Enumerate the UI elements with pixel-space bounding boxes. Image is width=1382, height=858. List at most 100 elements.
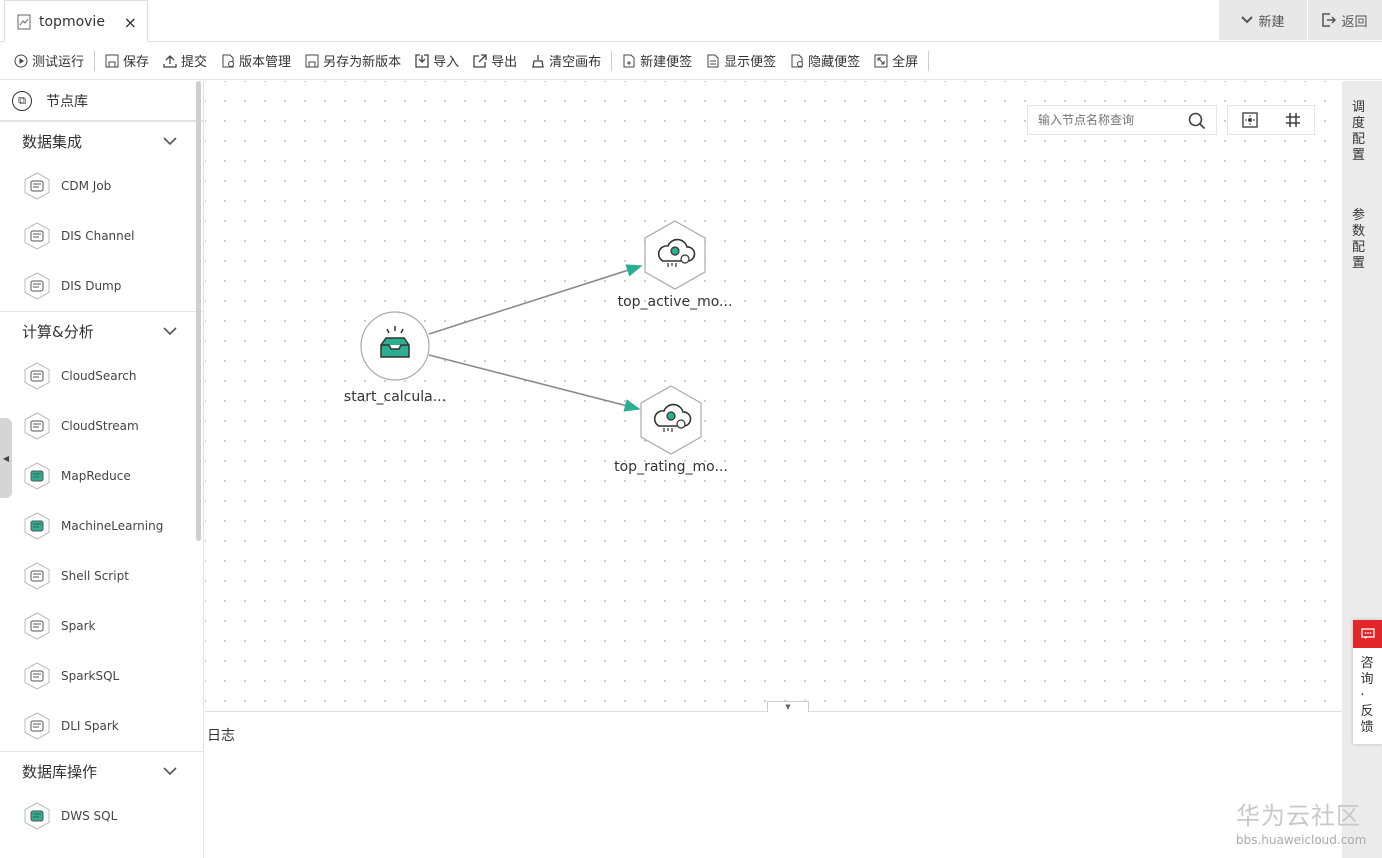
clear-canvas-label: 清空画布 xyxy=(549,55,602,70)
back-label: 返回 xyxy=(1341,14,1368,30)
caret-left-icon: ◀ xyxy=(2,453,10,463)
note-hide-icon xyxy=(791,54,804,67)
watermark-brand: 华为云社区 xyxy=(1236,802,1361,830)
log-collapse-toggle[interactable]: ▼ xyxy=(767,701,809,712)
broom-icon xyxy=(532,54,544,68)
new-button[interactable]: 新建 xyxy=(1219,0,1307,40)
divider xyxy=(611,50,613,71)
submit-label: 提交 xyxy=(181,55,208,70)
workflow-canvas[interactable]: start_calcula... top_active_mo... top_ra… xyxy=(205,81,1342,711)
import-button[interactable]: 导入 xyxy=(415,51,459,70)
tab-topmovie[interactable]: topmovie × xyxy=(4,0,148,42)
node-library-item[interactable]: CloudSearch xyxy=(0,351,203,401)
node-type-icon xyxy=(24,662,50,690)
clear-canvas-button[interactable]: 清空画布 xyxy=(531,51,601,70)
save-button[interactable]: 保存 xyxy=(105,51,149,70)
import-label: 导入 xyxy=(433,55,460,70)
export-label: 导出 xyxy=(491,55,518,70)
schedule-config-tab[interactable]: 调度配置 xyxy=(1352,100,1368,164)
new-note-button[interactable]: 新建便签 xyxy=(622,51,692,70)
test-run-label: 测试运行 xyxy=(32,55,85,70)
node-groups: 数据集成 CDM Job DIS Channel DIS Dump 计算&分析 Cloud… xyxy=(0,121,203,841)
node-library-header: ⧉ 节点库 xyxy=(0,81,203,121)
log-panel: ▼ 日志 xyxy=(205,701,1342,858)
node-library-item-label: CloudSearch xyxy=(61,369,137,383)
version-manage-button[interactable]: 版本管理 xyxy=(221,51,291,70)
show-note-button[interactable]: 显示便签 xyxy=(706,51,776,70)
fullscreen-button[interactable]: 全屏 xyxy=(874,51,918,70)
node-type-icon xyxy=(24,412,50,440)
node-library-item[interactable]: CDM Job xyxy=(0,161,203,211)
node-library-item[interactable]: DWS SQL xyxy=(0,791,203,841)
node-type-icon xyxy=(24,512,50,540)
submit-button[interactable]: 提交 xyxy=(163,51,207,70)
node-library-title: 节点库 xyxy=(46,93,88,110)
node-library-item[interactable]: DIS Channel xyxy=(0,211,203,261)
save-as-new-version-button[interactable]: 另存为新版本 xyxy=(305,51,401,70)
cloudsearch-node-icon xyxy=(640,385,702,455)
back-button[interactable]: 返回 xyxy=(1308,0,1382,40)
group-label: 计算&分析 xyxy=(22,323,94,341)
version-icon xyxy=(222,54,235,67)
sidebar-collapse-handle[interactable]: ◀ xyxy=(0,418,12,498)
feedback-widget[interactable]: 咨询·反馈 xyxy=(1353,620,1382,744)
new-note-label: 新建便签 xyxy=(640,55,693,70)
node-label: top_rating_mo... xyxy=(614,459,728,475)
cloudsearch-node-icon xyxy=(644,220,706,290)
chevron-down-icon[interactable] xyxy=(163,767,177,776)
save-label: 保存 xyxy=(123,55,150,70)
node-library-item[interactable]: MapReduce xyxy=(0,451,203,501)
sidebar-scrollbar[interactable] xyxy=(196,81,201,541)
show-note-label: 显示便签 xyxy=(724,55,777,70)
node-library-item[interactable]: DLI Spark xyxy=(0,701,203,751)
node-library-item-label: CloudStream xyxy=(61,419,139,433)
divider xyxy=(94,50,96,71)
node-top-rating-movie[interactable]: top_rating_mo... xyxy=(611,384,731,475)
params-config-tab[interactable]: 参数配置 xyxy=(1352,208,1368,272)
node-library-item[interactable]: DIS Dump xyxy=(0,261,203,311)
node-library-item-label: DIS Channel xyxy=(61,229,135,243)
node-library-item-label: CDM Job xyxy=(61,179,112,193)
play-circle-icon xyxy=(14,54,28,67)
chat-icon xyxy=(1353,620,1382,648)
node-top-active-movie[interactable]: top_active_mo... xyxy=(615,219,735,310)
node-library-item[interactable]: SparkSQL xyxy=(0,651,203,701)
start-inbox-icon xyxy=(360,311,430,381)
node-type-icon xyxy=(24,712,50,740)
node-library-item[interactable]: MachineLearning xyxy=(0,501,203,551)
group-header[interactable]: 数据集成 xyxy=(0,121,203,161)
chevron-down-icon[interactable] xyxy=(163,327,177,336)
node-type-icon xyxy=(24,362,50,390)
save-as-icon xyxy=(305,54,319,67)
edge-start-to-active[interactable] xyxy=(428,264,643,335)
node-label: top_active_mo... xyxy=(617,294,733,310)
group-header[interactable]: 数据库操作 xyxy=(0,751,203,791)
node-start-calculation[interactable]: start_calcula... xyxy=(340,311,450,405)
library-icon: ⧉ xyxy=(12,90,32,111)
edge-start-to-rating[interactable] xyxy=(428,354,641,412)
node-library-item-label: MachineLearning xyxy=(61,519,164,533)
chevron-down-icon[interactable] xyxy=(163,137,177,146)
test-run-button[interactable]: 测试运行 xyxy=(14,51,84,70)
note-add-icon xyxy=(623,54,635,67)
group-header[interactable]: 计算&分析 xyxy=(0,311,203,351)
note-icon xyxy=(707,54,719,67)
node-type-icon xyxy=(24,172,50,200)
node-type-icon xyxy=(24,612,50,640)
close-icon[interactable]: × xyxy=(124,13,137,32)
save-icon xyxy=(105,54,119,67)
hide-note-button[interactable]: 隐藏便签 xyxy=(790,51,860,70)
upload-icon xyxy=(163,54,177,68)
node-library-item[interactable]: Shell Script xyxy=(0,551,203,601)
node-library-item[interactable]: CloudStream xyxy=(0,401,203,451)
flow-file-icon xyxy=(17,14,31,29)
export-icon xyxy=(473,53,487,68)
import-icon xyxy=(415,53,429,68)
node-type-icon xyxy=(24,272,50,300)
watermark: 华为云社区 bbs.huaweicloud.com xyxy=(1236,796,1366,847)
node-library-item-label: DIS Dump xyxy=(61,279,122,293)
save-as-new-label: 另存为新版本 xyxy=(323,55,402,70)
node-library-item[interactable]: Spark xyxy=(0,601,203,651)
export-button[interactable]: 导出 xyxy=(473,51,517,70)
node-library-item-label: MapReduce xyxy=(61,469,131,483)
